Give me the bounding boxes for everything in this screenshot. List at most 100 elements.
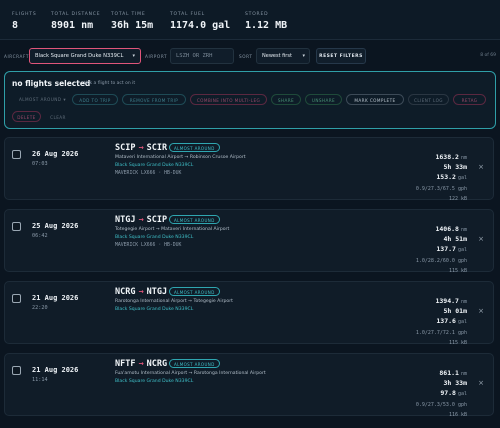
airline-registration: MAVERICK LX666 · HB-DUK [115,243,182,248]
flight-route: SCIP → SCIR [115,143,167,153]
flight-card[interactable]: 21 Aug 2026 22:20 NCRG → NTGJ ALMOST AROUN… [4,281,494,346]
flight-time: 22:20 [32,305,48,311]
share-button[interactable]: SHARE [271,94,301,105]
clear-button[interactable]: CLEAR [45,111,71,122]
results-count: 8 of 69 [480,53,496,58]
aircraft-select-value: Black Square Grand Duke N339CL [35,53,124,59]
origin-code: SCIP [115,143,136,153]
aircraft-select[interactable]: Black Square Grand Duke N339CL ▾ [29,48,141,64]
flight-time: 11:14 [32,377,48,383]
destination-code: SCIR [146,143,168,153]
aircraft-filter-label: AIRCRAFT [4,54,30,59]
file-size-value: 115 kB [448,340,467,346]
stat-stored: STORED 1.12 MB [245,12,287,31]
airport-names: Mataveri International Airport → Robinso… [115,155,246,160]
tag-badge: ALMOST AROUND [169,143,220,152]
stat-total-distance: TOTAL DISTANCE 8901 nm [51,12,100,31]
flight-checkbox[interactable] [12,222,21,231]
close-icon[interactable]: × [478,307,484,315]
aircraft-name: Black Square Grand Duke N339CL [115,379,194,384]
chevron-down-icon: ▾ [302,53,305,59]
stat-label: FLIGHTS [12,12,37,17]
reset-filters-button[interactable]: RESET FILTERS [316,48,366,64]
airport-input-placeholder: LSZH OR ZRH [176,53,213,59]
airport-names: Totegegie Airport → Mataveri Internation… [115,227,230,232]
retag-button[interactable]: RETAG [453,94,486,105]
combine-multi-leg-button[interactable]: COMBINE INTO MULTI-LEG [190,94,267,105]
aircraft-name: Black Square Grand Duke N339CL [115,163,194,168]
unshare-button[interactable]: UNSHARE [305,94,342,105]
stat-value: 36h 15m [111,20,154,31]
chevron-down-icon: ▾ [63,98,67,103]
selection-title: no flights selected [12,79,91,88]
airport-names: Rarotonga International Airport → Totege… [115,299,233,304]
arrow-right-icon: → [138,215,144,225]
selection-hint: tick a flight to act on it [84,81,136,86]
add-to-trip-button[interactable]: ADD TO TRIP [72,94,118,105]
client-log-button[interactable]: CLIENT LOG [408,94,449,105]
flight-checkbox[interactable] [12,150,21,159]
chevron-down-icon: ▾ [132,53,135,59]
file-size-value: 115 kB [448,268,467,274]
airport-input[interactable]: LSZH OR ZRH [170,48,234,64]
stat-value: 8901 nm [51,20,94,31]
tag-badge: ALMOST AROUND [169,287,220,296]
flight-checkbox[interactable] [12,294,21,303]
flight-time: 06:42 [32,233,48,239]
remove-from-trip-button[interactable]: REMOVE FROM TRIP [122,94,186,105]
destination-code: NTGJ [146,287,168,297]
stat-value: 8 [12,20,19,31]
origin-code: NFTF [115,359,136,369]
flight-route: NFTF → NCRG [115,359,167,369]
airline-registration: MAVERICK LX666 · HB-DUK [115,171,182,176]
file-size-value: 116 kB [448,412,467,418]
stat-value: 1.12 MB [245,20,288,31]
bulk-actions-panel: no flights selected tick a flight to act… [4,71,496,129]
flight-date: 25 Aug 2026 [32,222,79,230]
arrow-right-icon: → [138,143,144,153]
airport-names: Fua'amotu International Airport → Raroto… [115,371,266,376]
flight-date: 21 Aug 2026 [32,366,79,374]
origin-code: NCRG [115,287,136,297]
file-size-value: 122 kB [448,196,467,202]
sort-label: SORT [239,54,253,59]
flight-checkbox[interactable] [12,366,21,375]
file-size: 115 kB [449,329,467,348]
flight-route: NCRG → NTGJ [115,287,167,297]
filters-row: AIRCRAFT Black Square Grand Duke N339CL … [0,45,500,67]
aircraft-name: Black Square Grand Duke N339CL [115,235,194,240]
atc-select-value: ALMOST AROUND [19,97,62,102]
flight-route: NTGJ → SCIP [115,215,167,225]
atc-select[interactable]: ALMOST AROUND ▾ [19,97,66,103]
aircraft-name: Black Square Grand Duke N339CL [115,307,194,312]
stat-total-fuel: TOTAL FUEL 1174.0 gal [170,12,230,31]
tag-badge: ALMOST AROUND [169,359,220,368]
mark-complete-button[interactable]: MARK COMPLETE [346,94,404,105]
origin-code: NTGJ [115,215,136,225]
airport-filter-label: AIRPORT [145,54,168,59]
stat-label: TOTAL TIME [111,12,146,17]
stat-flights: FLIGHTS 8 [12,12,37,31]
flight-time: 07:03 [32,161,48,167]
close-icon[interactable]: × [478,235,484,243]
delete-button[interactable]: DELETE [12,111,41,122]
sort-select[interactable]: Newest first ▾ [256,48,310,64]
arrow-right-icon: → [138,359,144,369]
close-icon[interactable]: × [478,163,484,171]
stats-bar: FLIGHTS 8 TOTAL DISTANCE 8901 nm TOTAL T… [0,0,500,40]
destination-code: SCIP [146,215,168,225]
flight-date: 26 Aug 2026 [32,150,79,158]
flight-card[interactable]: 26 Aug 2026 07:03 SCIP → SCIR ALMOST AROUN… [4,137,494,202]
stat-label: TOTAL DISTANCE [51,12,101,17]
sort-select-value: Newest first [262,53,292,59]
flight-card[interactable]: 21 Aug 2026 11:14 NFTF → NCRG ALMOST AROUN… [4,353,494,418]
stat-total-time: TOTAL TIME 36h 15m [111,12,153,31]
stat-label: STORED [245,12,269,17]
file-size: 115 kB [449,257,467,276]
flight-date: 21 Aug 2026 [32,294,79,302]
close-icon[interactable]: × [478,379,484,387]
stat-label: TOTAL FUEL [170,12,205,17]
file-size: 116 kB [449,401,467,420]
flight-card[interactable]: 25 Aug 2026 06:42 NTGJ → SCIP ALMOST AROUN… [4,209,494,274]
tag-badge: ALMOST AROUND [169,215,220,224]
